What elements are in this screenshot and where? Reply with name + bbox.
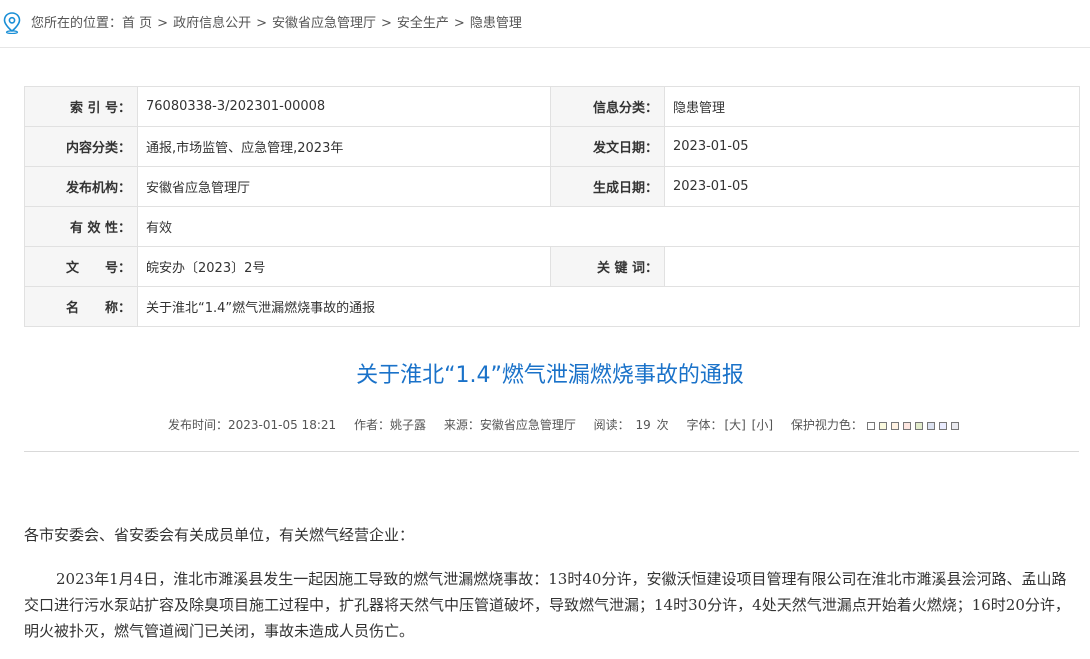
author: 作者：姚子露 (353, 418, 426, 432)
location-pin-icon (3, 12, 21, 34)
issue-date-label: 发文日期： (550, 126, 665, 167)
breadcrumb-department-link[interactable]: 安徽省应急管理厅 (272, 16, 376, 31)
doc-number-label: 文 号： (24, 246, 138, 287)
validity-value: 有效 (137, 206, 1080, 247)
category-label: 信息分类： (550, 86, 665, 127)
breadcrumb-hazard-link[interactable]: 隐患管理 (470, 16, 522, 31)
table-row: 名 称： 关于淮北“1.4”燃气泄漏燃烧事故的通报 (24, 286, 1080, 327)
publish-time: 发布时间：2023-01-05 18:21 (168, 418, 337, 432)
breadcrumb-safety-link[interactable]: 安全生产 (397, 16, 449, 31)
eye-care-swatch[interactable] (914, 421, 923, 430)
create-date-label: 生成日期： (550, 166, 665, 207)
breadcrumb-gov-info-link[interactable]: 政府信息公开 (173, 16, 251, 31)
validity-label: 有 效 性： (24, 206, 138, 247)
eye-care-swatches (865, 418, 961, 432)
table-row: 索 引 号： 76080338-3/202301-00008 信息分类： 隐患管… (24, 86, 1080, 127)
source: 来源：安徽省应急管理厅 (443, 418, 576, 432)
eye-care-swatch[interactable] (950, 421, 959, 430)
eye-care-swatch[interactable] (878, 421, 887, 430)
eye-care-label: 保护视力色： (790, 418, 863, 432)
category-value: 隐患管理 (664, 86, 1080, 127)
font-small-button[interactable]: [小] (752, 418, 773, 432)
reads-count: 19 (635, 418, 651, 432)
index-value: 76080338-3/202301-00008 (137, 86, 551, 127)
body-paragraph: 2023年1月4日，淮北市濉溪县发生一起因施工导致的燃气泄漏燃烧事故：13时40… (24, 570, 1070, 640)
table-row: 文 号： 皖安办〔2023〕2号 关 键 词： (24, 246, 1080, 287)
font-size-label: 字体： (686, 418, 723, 432)
eye-care-swatch[interactable] (866, 421, 875, 430)
index-label: 索 引 号： (24, 86, 138, 127)
keywords-label: 关 键 词： (550, 246, 665, 287)
breadcrumb-separator: > (453, 16, 465, 31)
greeting-paragraph: 各市安委会、省安委会有关成员单位，有关燃气经营企业： (24, 526, 415, 544)
breadcrumb-separator: > (381, 16, 392, 31)
publisher-label: 发布机构： (24, 166, 138, 207)
eye-care-swatch[interactable] (890, 421, 899, 430)
divider (24, 451, 1079, 452)
reads-unit: 次 (656, 418, 669, 432)
table-row: 有 效 性： 有效 (24, 206, 1080, 247)
table-row: 发布机构： 安徽省应急管理厅 生成日期： 2023-01-05 (24, 166, 1080, 207)
eye-care-swatch[interactable] (902, 421, 911, 430)
content-category-value: 通报,市场监管、应急管理,2023年 (137, 126, 551, 167)
article-title: 关于淮北“1.4”燃气泄漏燃烧事故的通报 (356, 363, 744, 388)
table-row: 内容分类： 通报,市场监管、应急管理,2023年 发文日期： 2023-01-0… (24, 126, 1080, 167)
eye-care-swatch[interactable] (926, 421, 935, 430)
eye-care-swatch[interactable] (938, 421, 947, 430)
breadcrumb: 您所在的位置：首 页 > 政府信息公开 > 安徽省应急管理厅 > 安全生产 > 隐患管理 (0, 0, 1090, 48)
issue-date-value: 2023-01-05 (664, 126, 1080, 167)
content-category-label: 内容分类： (24, 126, 138, 167)
doc-number-value: 皖安办〔2023〕2号 (137, 246, 551, 287)
keywords-value (664, 246, 1080, 287)
create-date-value: 2023-01-05 (664, 166, 1080, 207)
reads-label: 阅读： (593, 418, 630, 432)
name-value: 关于淮北“1.4”燃气泄漏燃烧事故的通报 (137, 286, 1080, 327)
breadcrumb-separator: > (157, 16, 169, 31)
document-info-table: 索 引 号： 76080338-3/202301-00008 信息分类： 隐患管… (24, 86, 1080, 327)
breadcrumb-prefix: 您所在的位置： (31, 16, 123, 31)
publisher-value: 安徽省应急管理厅 (137, 166, 551, 207)
breadcrumb-separator: > (256, 16, 267, 31)
font-large-button[interactable]: [大] (724, 418, 745, 432)
article-meta: 发布时间：2023-01-05 18:21 作者：姚子露 来源：安徽省应急管理厅… (168, 416, 963, 434)
name-label: 名 称： (24, 286, 138, 327)
breadcrumb-home-link[interactable]: 首 页 (122, 16, 152, 31)
